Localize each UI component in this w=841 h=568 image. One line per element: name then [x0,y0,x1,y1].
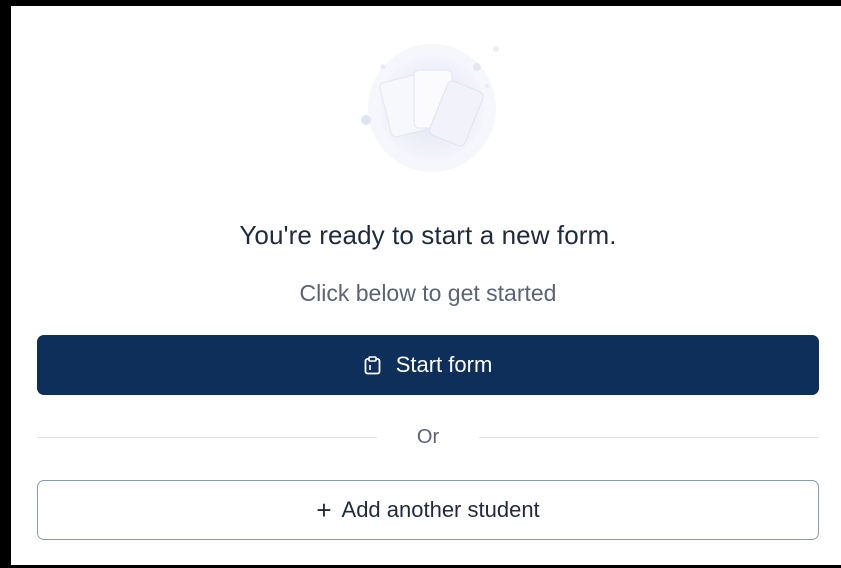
form-panel: You're ready to start a new form. Click … [11,6,841,565]
start-form-button[interactable]: Start form [37,335,819,395]
empty-state-subtitle: Click below to get started [299,280,557,306]
divider-line-right [479,437,819,438]
add-another-student-label: Add another student [341,497,540,522]
or-divider: Or [37,426,819,450]
empty-state-title: You're ready to start a new form. [239,220,617,250]
start-form-label: Start form [395,352,493,377]
clipboard-icon [364,355,381,375]
plus-icon: + [316,495,332,525]
forms-illustration-icon [337,34,527,194]
add-another-student-button[interactable]: + Add another student [37,480,819,540]
